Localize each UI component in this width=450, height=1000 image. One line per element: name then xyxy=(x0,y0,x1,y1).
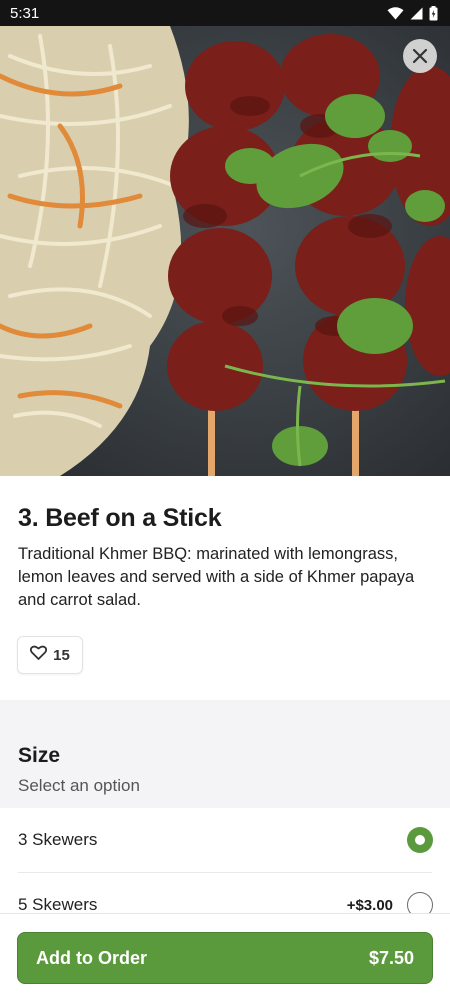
close-icon xyxy=(412,48,428,64)
option-group-title: Size xyxy=(18,744,61,767)
status-bar: 5:31 xyxy=(0,0,450,26)
item-description: Traditional Khmer BBQ: marinated with le… xyxy=(18,545,415,609)
like-count: 15 xyxy=(53,646,70,664)
wifi-icon xyxy=(387,6,404,20)
item-photo xyxy=(0,26,450,476)
option-right xyxy=(393,827,433,853)
status-time: 5:31 xyxy=(10,4,40,22)
close-button[interactable] xyxy=(403,39,437,73)
add-to-order-label: Add to Order xyxy=(36,947,147,968)
option-label: 3 Skewers xyxy=(18,830,98,849)
radio-dot xyxy=(415,835,425,845)
status-icons xyxy=(387,5,438,21)
item-title: 3. Beef on a Stick xyxy=(18,504,222,532)
heart-icon xyxy=(30,645,48,665)
bottom-bar: Add to Order $7.50 xyxy=(0,913,450,1000)
signal-icon xyxy=(410,7,423,20)
like-button[interactable]: 15 xyxy=(17,636,83,674)
option-row-3-skewers[interactable]: 3 Skewers xyxy=(0,808,450,872)
option-price: +$3.00 xyxy=(346,896,393,914)
radio-selected[interactable] xyxy=(407,827,433,853)
option-label: 5 Skewers xyxy=(18,895,98,914)
option-group-subtitle: Select an option xyxy=(18,776,140,795)
beef-skewers-photo xyxy=(0,26,450,476)
size-option-header: Size Select an option xyxy=(0,700,450,808)
item-details: 3. Beef on a Stick Traditional Khmer BBQ… xyxy=(0,476,450,700)
add-to-order-button[interactable]: Add to Order $7.50 xyxy=(17,932,433,984)
order-total-price: $7.50 xyxy=(368,947,414,968)
battery-icon xyxy=(429,5,438,21)
